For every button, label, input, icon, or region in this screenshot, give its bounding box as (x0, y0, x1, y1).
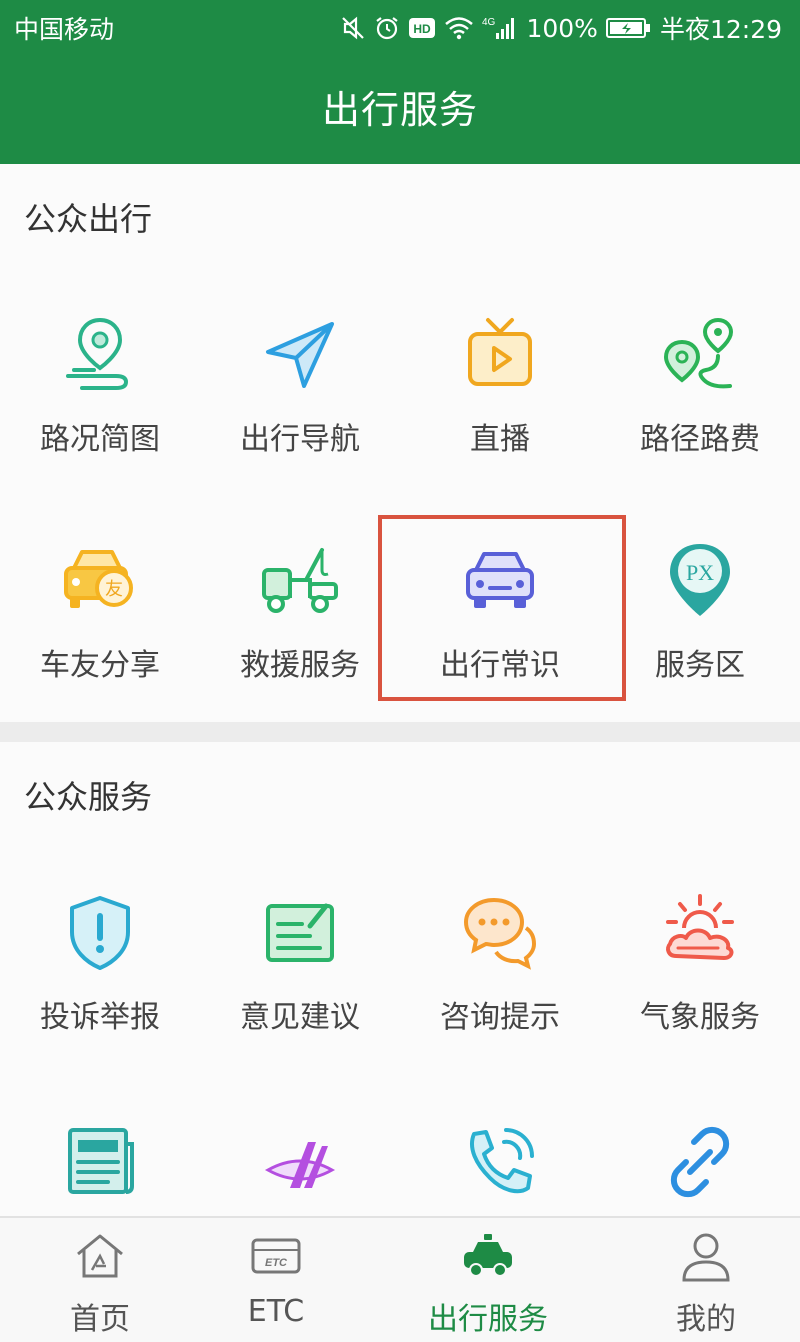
svg-text:ETC: ETC (265, 1257, 288, 1269)
svg-text:4G: 4G (482, 17, 496, 28)
tile-consult[interactable]: 咨询提示 (400, 882, 600, 1082)
tile-label: 出行导航 (240, 422, 360, 457)
car-friend-icon: 友 (64, 550, 133, 608)
nav-label: 我的 (676, 1302, 736, 1337)
tile-road-map[interactable]: 路况简图 (0, 304, 200, 504)
battery-percent: 100% (526, 13, 598, 43)
shield-alert-icon (70, 896, 130, 970)
weather-sun-cloud-icon (666, 894, 734, 960)
phone-call-icon (470, 1128, 534, 1194)
tile-label: 救援服务 (240, 648, 360, 683)
nav-profile[interactable]: 我的 (606, 1218, 800, 1342)
highlight-frame (378, 515, 626, 701)
status-bar: 中国移动 HD 4G 100% 半夜12:29 (0, 0, 800, 56)
tile-hotline[interactable] (400, 1122, 600, 1222)
tile-feedback[interactable]: 意见建议 (200, 882, 400, 1082)
tile-label: 直播 (470, 422, 530, 457)
highway-icon (264, 1142, 336, 1188)
user-icon (682, 1233, 730, 1282)
tow-truck-icon (262, 548, 338, 613)
tile-label: 意见建议 (240, 1000, 360, 1035)
wifi-icon (445, 17, 474, 40)
svg-text:友: 友 (105, 579, 123, 600)
link-icon (670, 1126, 730, 1198)
tile-live[interactable]: 直播 (400, 304, 600, 504)
public-service-section: 公众服务 投诉举报 意见建议 咨询提示 气象服务 (0, 742, 800, 1220)
nav-label: ETC (247, 1294, 305, 1329)
nav-label: 首页 (70, 1302, 130, 1337)
tile-news[interactable] (0, 1122, 200, 1222)
tile-highway[interactable] (200, 1122, 400, 1222)
car-icon (464, 1234, 512, 1277)
public-travel-section: 公众出行 路况简图 出行导航 直播 路径路费 友 车友分享 救援服务 出行常识 … (0, 164, 800, 722)
tile-complaint[interactable]: 投诉举报 (0, 882, 200, 1082)
section-title: 公众服务 (24, 778, 153, 816)
nav-etc[interactable]: ETC ETC (176, 1218, 376, 1342)
tile-weather[interactable]: 气象服务 (600, 882, 800, 1082)
svg-text:PX: PX (686, 560, 714, 585)
tv-play-icon (468, 318, 532, 386)
svg-text:HD: HD (414, 22, 432, 36)
tile-navigation[interactable]: 出行导航 (200, 304, 400, 504)
app-header: 出行服务 (0, 56, 800, 164)
clock: 半夜12:29 (659, 15, 782, 44)
bottom-navigation: 首页 ETC ETC 出行服务 我的 (0, 1216, 800, 1342)
battery-icon (605, 18, 650, 38)
status-icons: HD 4G 100% 半夜12:29 (340, 10, 782, 46)
page-title: 出行服务 (321, 88, 478, 132)
nav-label: 出行服务 (428, 1302, 548, 1337)
tile-label: 路况简图 (40, 422, 160, 457)
tile-label: 服务区 (655, 648, 745, 683)
hd-icon: HD (409, 18, 436, 38)
tile-rescue[interactable]: 救援服务 (200, 530, 400, 730)
tile-service-area[interactable]: PX 服务区 (600, 530, 800, 730)
tile-label: 路径路费 (640, 422, 760, 457)
signal-icon: 4G (482, 17, 515, 39)
section-title: 公众出行 (24, 200, 153, 238)
carrier-name: 中国移动 (14, 15, 115, 44)
route-pins-icon (663, 317, 734, 389)
tile-label: 投诉举报 (40, 1000, 160, 1035)
home-icon (77, 1234, 123, 1278)
tile-car-friend[interactable]: 友 车友分享 (0, 530, 200, 730)
nav-home[interactable]: 首页 (0, 1218, 200, 1342)
tile-route-fee[interactable]: 路径路费 (600, 304, 800, 504)
navigation-arrow-icon (266, 322, 334, 388)
service-area-pin-icon: PX (670, 544, 730, 616)
tile-label: 车友分享 (40, 648, 160, 683)
nav-travel-service[interactable]: 出行服务 (388, 1218, 588, 1342)
alarm-icon (376, 17, 399, 40)
mute-icon (342, 16, 365, 40)
tile-label: 气象服务 (640, 1000, 760, 1035)
tile-label: 咨询提示 (440, 1000, 560, 1035)
map-pin-route-icon (66, 317, 129, 390)
tile-links[interactable] (600, 1122, 800, 1222)
feedback-edit-icon (266, 903, 334, 962)
newspaper-icon (68, 1128, 134, 1194)
etc-card-icon: ETC (251, 1238, 301, 1274)
chat-bubbles-icon (463, 897, 537, 970)
